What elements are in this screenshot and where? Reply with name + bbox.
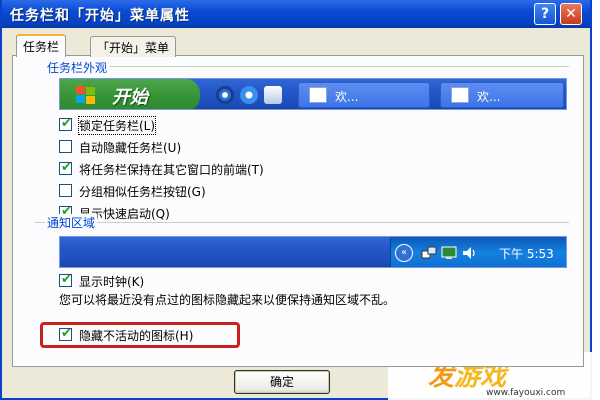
- close-button[interactable]: ✕: [560, 3, 582, 25]
- start-label: 开始: [112, 87, 148, 108]
- keep-on-top-checkbox[interactable]: ✔: [59, 160, 72, 175]
- check-icon: ✔: [61, 116, 72, 131]
- highlight-annotation: [40, 322, 240, 348]
- media-player-icon: [216, 86, 234, 104]
- group-buttons-checkbox[interactable]: [59, 184, 72, 197]
- taskbar-preview: 开始 欢... 欢...: [59, 78, 567, 110]
- task-button: 欢...: [440, 82, 564, 108]
- tab-start-menu[interactable]: 「开始」菜单: [90, 36, 177, 57]
- help-button[interactable]: ?: [534, 3, 556, 25]
- group-divider: [107, 66, 569, 67]
- keep-on-top-label: 将任务栏保持在其它窗口的前端(T): [79, 163, 264, 177]
- task-button-label: 欢...: [477, 90, 501, 104]
- ie-icon: [240, 86, 258, 104]
- start-button-preview: 开始: [60, 79, 200, 109]
- lock-taskbar-checkbox[interactable]: ✔: [59, 116, 72, 131]
- task-button: 欢...: [298, 82, 430, 108]
- display-icon: [441, 246, 457, 259]
- ok-button[interactable]: 确定: [234, 370, 330, 394]
- group-buttons-label: 分组相似任务栏按钮(G): [79, 185, 206, 199]
- watermark-url: www.fayouxi.com: [486, 388, 566, 398]
- tab-panel: 任务栏外观 开始 欢... 欢... ✔ 锁定任务栏(L) 自动隐藏任务栏(U)…: [12, 55, 584, 367]
- window-icon: [309, 87, 327, 103]
- desktop-icon: [264, 86, 282, 104]
- tray-clock: 下午 5:53: [499, 247, 554, 261]
- group-divider: [35, 222, 569, 223]
- network-icon: [421, 246, 437, 259]
- check-icon: ✔: [61, 272, 72, 287]
- check-icon: ✔: [61, 160, 72, 175]
- notification-area-preview: « 下午 5:53: [59, 236, 567, 268]
- speaker-icon: [463, 247, 475, 259]
- notification-description: 您可以将最近没有点过的图标隐藏起来以便保持通知区域不乱。: [59, 293, 396, 307]
- lock-taskbar-label: 锁定任务栏(L): [77, 116, 157, 135]
- show-clock-label: 显示时钟(K): [79, 275, 145, 289]
- chevron-left-icon: «: [395, 244, 413, 262]
- show-clock-checkbox[interactable]: ✔: [59, 272, 72, 287]
- tab-taskbar[interactable]: 任务栏: [16, 34, 67, 57]
- auto-hide-label: 自动隐藏任务栏(U): [79, 141, 182, 155]
- windows-flag-icon: [76, 86, 95, 104]
- task-button-label: 欢...: [335, 90, 359, 104]
- auto-hide-checkbox[interactable]: [59, 140, 72, 153]
- window-title: 任务栏和「开始」菜单属性: [10, 8, 190, 24]
- notification-group-title: 通知区域: [45, 214, 98, 231]
- system-tray: « 下午 5:53: [390, 237, 566, 267]
- title-bar[interactable]: 任务栏和「开始」菜单属性 ? ✕: [2, 0, 590, 28]
- taskbar-properties-dialog: 任务栏和「开始」菜单属性 ? ✕ 任务栏 「开始」菜单 任务栏外观 开始 欢..…: [0, 0, 592, 400]
- appearance-group-title: 任务栏外观: [45, 59, 110, 76]
- window-icon: [451, 87, 469, 103]
